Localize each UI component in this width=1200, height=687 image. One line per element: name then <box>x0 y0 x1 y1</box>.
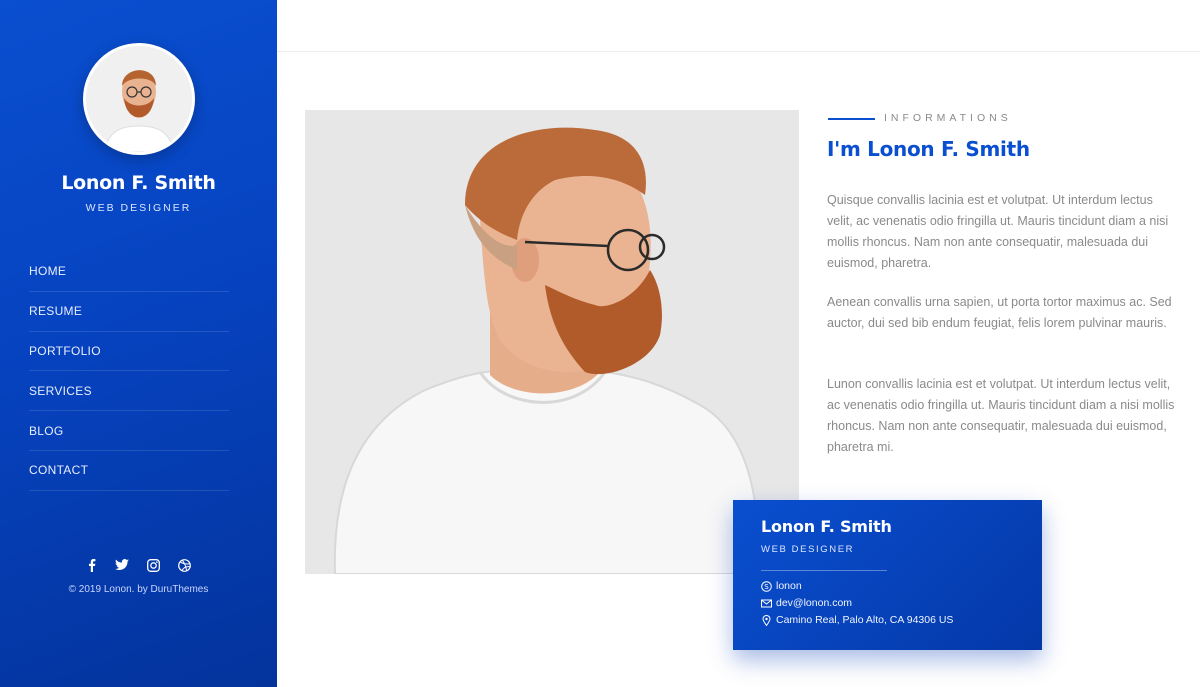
bio-paragraph-1: Quisque convallis lacinia est et volutpa… <box>827 193 1169 270</box>
location-pin-icon <box>762 614 771 626</box>
bio-paragraph-3: Lunon convallis lacinia est et volutpat.… <box>827 377 1175 454</box>
sidebar: Lonon F. Smith WEB DESIGNER HOME RESUME … <box>0 0 277 687</box>
instagram-icon[interactable] <box>146 558 160 572</box>
card-divider <box>761 570 887 571</box>
facebook-icon[interactable] <box>84 558 98 572</box>
top-bar <box>277 0 1200 52</box>
main-nav: HOME RESUME PORTFOLIO SERVICES BLOG CONT… <box>29 252 229 491</box>
card-role: WEB DESIGNER <box>761 544 855 555</box>
profile-role: WEB DESIGNER <box>85 202 192 214</box>
skype-row: S lonon <box>761 580 802 592</box>
skype-icon: S <box>761 580 772 592</box>
nav-item-services[interactable]: SERVICES <box>29 371 229 412</box>
avatar <box>83 43 195 155</box>
contact-card: Lonon F. Smith WEB DESIGNER S lonon dev@… <box>733 500 1042 650</box>
profile-photo <box>305 110 799 574</box>
nav-item-contact[interactable]: CONTACT <box>29 451 229 491</box>
info-divider <box>828 118 875 120</box>
nav-item-portfolio[interactable]: PORTFOLIO <box>29 332 229 372</box>
section-label: INFORMATIONS <box>884 112 1012 124</box>
copyright-text: © 2019 Lonon. by DuruThemes <box>68 584 209 595</box>
dribbble-icon[interactable] <box>177 558 191 572</box>
card-name: Lonon F. Smith <box>761 517 892 536</box>
email-link[interactable]: dev@lonon.com <box>776 597 852 609</box>
envelope-icon <box>761 599 772 607</box>
social-links <box>84 558 191 572</box>
email-row: dev@lonon.com <box>761 597 852 609</box>
profile-name: Lonon F. Smith <box>61 172 216 194</box>
svg-text:S: S <box>764 583 769 591</box>
skype-handle[interactable]: lonon <box>776 580 802 592</box>
portrait-illustration <box>305 110 799 574</box>
nav-item-blog[interactable]: BLOG <box>29 411 229 451</box>
address-text: Camino Real, Palo Alto, CA 94306 US <box>776 614 954 626</box>
bio-paragraph-2: Aenean convallis urna sapien, ut porta t… <box>827 295 1172 330</box>
nav-item-home[interactable]: HOME <box>29 252 229 292</box>
avatar-portrait <box>86 46 192 152</box>
twitter-icon[interactable] <box>115 558 129 572</box>
address-row: Camino Real, Palo Alto, CA 94306 US <box>761 614 953 626</box>
nav-item-resume[interactable]: RESUME <box>29 292 229 332</box>
page-title: I'm Lonon F. Smith <box>827 137 1030 161</box>
